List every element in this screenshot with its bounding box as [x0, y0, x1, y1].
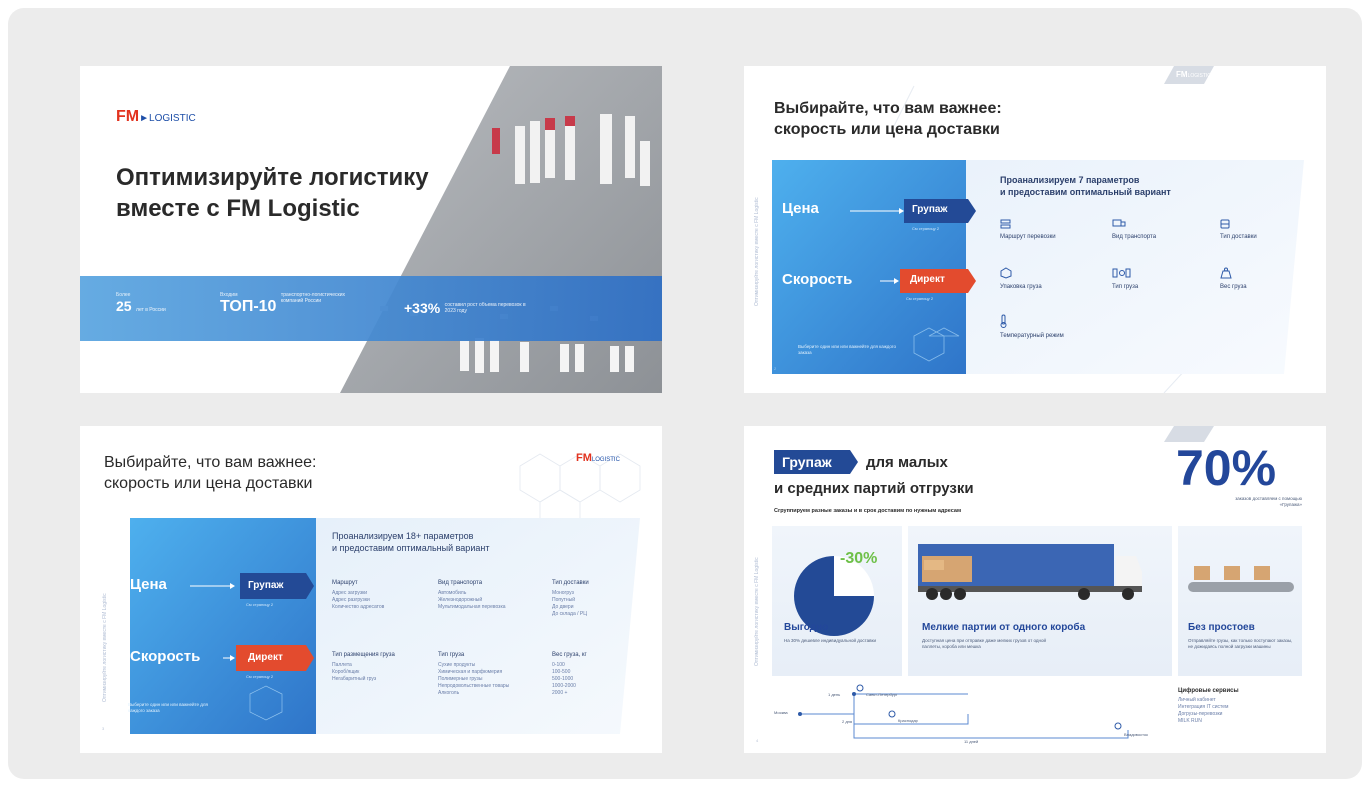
groupage-pill[interactable]: Групаж: [248, 580, 284, 591]
group-weight: Вес груза, кг 0-100 100-500 500-1000 100…: [552, 652, 587, 696]
group-delivery-type: Тип доставки Моногруз Попутный До двери …: [552, 580, 589, 617]
truck-icon: [1112, 219, 1126, 227]
slide1-headline: Оптимизируйте логистику вместе с FM Logi…: [116, 164, 429, 222]
slide4-subtitle: Сгруппируем разные заказы и в срок доста…: [774, 508, 962, 514]
speed-label: Скорость: [130, 648, 201, 665]
card3-text: Отправляйте грузы, как только поступают …: [1188, 638, 1293, 649]
param-delivery: Тип доставки: [1220, 216, 1257, 240]
card1-title: Выгодно: [784, 622, 829, 633]
slide4-title-line1: для малых: [866, 454, 948, 471]
route-time-1: 1 день: [828, 692, 841, 697]
direct-sub: См страницу 2: [246, 674, 274, 679]
stat-top10: Входим ТОП-10 транспортно-логистических …: [220, 292, 345, 315]
direct-pill[interactable]: Директ: [248, 652, 283, 663]
slide3-title: Выбирайте, что вам важнее: скорость или …: [104, 454, 317, 492]
package-icon: [1000, 267, 1012, 279]
slide-choose-7-params[interactable]: FMLOGISTIC Выбирайте, что вам важнее: ск…: [744, 66, 1326, 393]
speed-label: Скорость: [782, 271, 853, 288]
groupage-sub: См страницу 2: [912, 226, 940, 231]
pie-label: -30%: [840, 550, 878, 567]
card2-title: Мелкие партии от одного короба: [922, 622, 1086, 633]
route-time-2: 2 дня: [842, 719, 853, 724]
left-note: Выберите один или или важнейте для каждо…: [798, 344, 896, 355]
param-temperature: Температурный режим: [1000, 314, 1064, 339]
fm-logistic-logo[interactable]: FMLOGISTIC: [576, 452, 620, 464]
canvas-board: FM►LOGISTIC Оптимизируйте логистику вмес…: [8, 8, 1362, 779]
group-cargo-type: Тип груза Сухие продукты Химическая и па…: [438, 652, 510, 696]
panel-title: Проанализируем 18+ параметров и предоста…: [332, 531, 490, 553]
group-transport: Вид транспорта Автомобиль Железнодорожны…: [438, 580, 506, 610]
fm-logistic-logo[interactable]: FMLOGISTIC: [1176, 70, 1211, 79]
slide-choose-18-params[interactable]: FMLOGISTIC Выбирайте, что вам важнее: ск…: [80, 426, 662, 753]
route-stop-spb: Санкт-Петербург: [866, 692, 898, 697]
param-weight: Вес груза: [1220, 266, 1247, 290]
stat-years: Более 25 лет в России: [116, 292, 166, 314]
page-number: 4: [756, 738, 759, 743]
route-stop-krasnodar: Краснодар: [898, 718, 918, 723]
card1-text: На 30% дешевле индивидуальной доставки: [784, 638, 877, 643]
direct-sub: См страницу 2: [906, 296, 934, 301]
param-transport: Вид транспорта: [1112, 216, 1156, 240]
price-label: Цена: [782, 200, 819, 217]
page-number: 2: [774, 366, 777, 371]
route-stop-vladivostok: Владивосток: [1124, 732, 1148, 737]
stat-growth: +33% составил рост объема перевозок в 20…: [404, 300, 526, 316]
fm-logistic-logo[interactable]: FMLOGISTIC: [1244, 430, 1279, 439]
card3-title: Без простоев: [1188, 622, 1255, 633]
param-cargo-type: Тип груза: [1112, 266, 1138, 290]
side-text: Оптимизируйте логистику вместе с FM Logi…: [102, 593, 108, 702]
side-text: Оптимизируйте логистику вместе с FM Logi…: [754, 197, 760, 306]
route-start: Москва: [774, 710, 788, 715]
groupage-badge: Групаж: [782, 454, 832, 470]
slide4-title-line2: и средних партий отгрузки: [774, 480, 974, 497]
route-icon: [1000, 219, 1011, 229]
weight-icon: [1220, 267, 1232, 279]
groupage-sub: См страницу 2: [246, 602, 274, 607]
thermometer-icon: [1000, 314, 1007, 328]
panel-title: Проанализируем 7 параметров и предостави…: [1000, 175, 1171, 197]
direct-pill[interactable]: Директ: [910, 274, 945, 285]
cargo-icon: [1112, 268, 1131, 278]
param-route: Маршрут перевозки: [1000, 216, 1056, 240]
slide-title[interactable]: FM►LOGISTIC Оптимизируйте логистику вмес…: [80, 66, 662, 393]
slide2-title: Выбирайте, что вам важнее: скорость или …: [774, 100, 1002, 138]
box-icon: [1220, 219, 1230, 229]
slide-groupage[interactable]: FMLOGISTIC Групаж для малых и средних па…: [744, 426, 1326, 753]
price-label: Цена: [130, 576, 167, 593]
big-percent-desc: заказов доставляем с помощью «Групажа»: [1235, 496, 1302, 507]
groupage-pill[interactable]: Групаж: [912, 204, 948, 215]
big-percent: 70%: [1176, 440, 1277, 496]
fm-logistic-logo[interactable]: FM►LOGISTIC: [116, 108, 196, 126]
side-text: Оптимизируйте логистику вместе с FM Logi…: [754, 557, 760, 666]
group-route: Маршрут Адрес загрузки Адрес разгрузки К…: [332, 580, 385, 610]
digital-services: Цифровые сервисы Личный кабинет Интеграц…: [1178, 688, 1239, 724]
page-number: 3: [102, 726, 105, 731]
param-package: Упаковка груза: [1000, 266, 1042, 290]
route-time-3: 11 дней: [964, 739, 979, 744]
left-note: Выберите один или или важнейте для каждо…: [128, 702, 208, 713]
group-placement: Тип размещения груза Паллета Короб/ящик …: [332, 652, 395, 682]
card2-text: Доступная цена при отправке даже мелких …: [922, 638, 1047, 649]
